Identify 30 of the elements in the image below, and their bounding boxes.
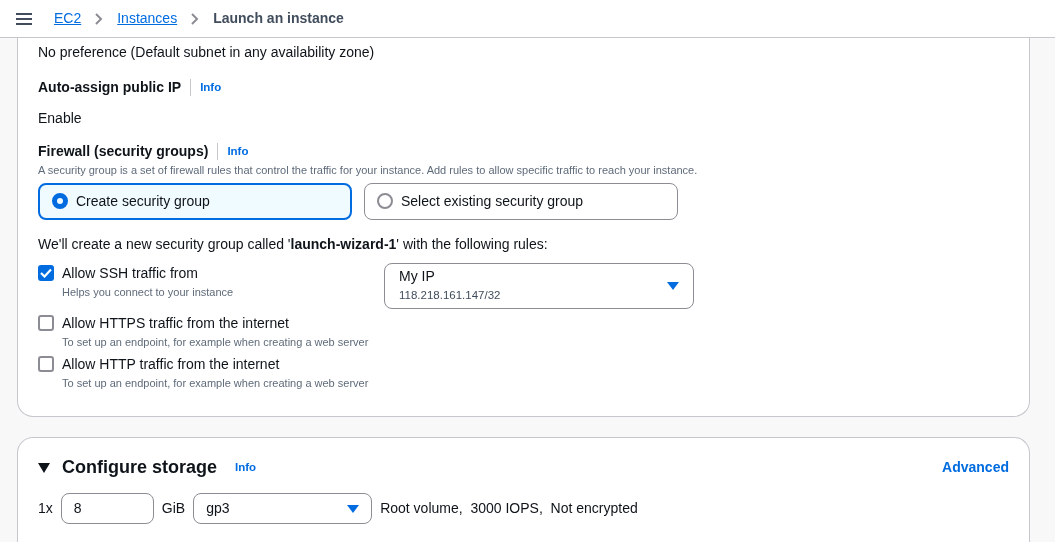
info-link[interactable]: Info [226,458,257,477]
info-link[interactable]: Info [217,142,249,161]
note-text: We'll create a new security group called 'launch-wizard-1' with the following rules: [38,234,549,254]
advanced-link[interactable]: Advanced [942,457,1009,478]
checkbox-hint: Helps you connect to your instance [62,284,234,300]
checkbox-label: Allow HTTPS traffic from the internet [62,313,290,333]
quantity-label: 1x [38,499,53,518]
checkbox-hint: To set up an endpoint, for example when creating a web server [62,376,369,391]
size-field[interactable]: 8 [60,493,154,524]
select-value: My IP [399,267,436,287]
checkbox-label: Allow SSH traffic from [62,263,199,283]
select-detail: 118.218.161.147/32 [399,288,501,304]
field-description: A security group is a set of firewall rules that control the traffic for your instance. Add rules to allow specific traffic to reach your instance. [38,163,699,178]
unit-label: GiB [161,499,186,518]
section-title: Configure storage [62,456,217,479]
radio-tile[interactable]: Select existing security group [364,182,678,220]
checkbox-label: Allow HTTP traffic from the internet [62,355,281,374]
subnet-value: No preference (Default subnet in any availability zone) [38,43,376,62]
radio-tile[interactable]: Create security group [38,182,352,220]
field-value: Enable [38,109,83,128]
checkbox-hint: To set up an endpoint, for example when creating a web server [62,334,369,350]
field-label: Firewall (security groups) [38,142,209,161]
source-select[interactable]: My IP 118.218.161.147/32 [384,262,694,309]
volume-type-select[interactable]: gp3 [193,493,373,524]
info-link[interactable]: Info [190,78,222,97]
breadcrumb-current: Launch an instance [213,9,344,28]
volume-summary: Root volume, 3000 IOPS, Not encrypted [380,499,638,518]
breadcrumb-link[interactable]: EC2 [54,8,82,29]
field-label: Auto-assign public IP [38,78,182,97]
breadcrumb-link[interactable]: Instances [117,8,178,29]
